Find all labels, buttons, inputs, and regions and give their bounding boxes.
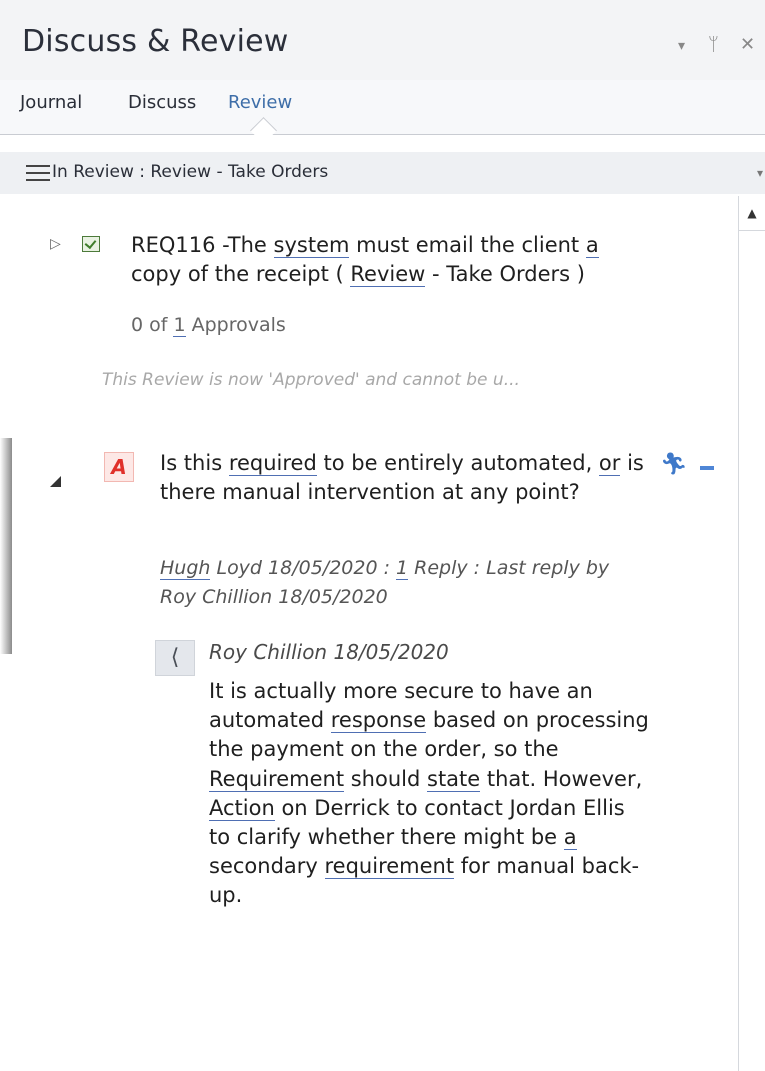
tab-review[interactable]: Review: [228, 92, 292, 113]
collapse-minus-icon[interactable]: [700, 466, 714, 470]
term-link[interactable]: system: [273, 233, 350, 258]
discussion-text: Is this required to be entirely automate…: [160, 449, 660, 507]
reply-count-link[interactable]: 1: [396, 557, 409, 580]
expand-triangle-icon[interactable]: ▷: [50, 236, 61, 252]
term-link[interactable]: or: [598, 451, 621, 476]
tab-journal[interactable]: Journal: [20, 92, 82, 113]
menu-icon[interactable]: [26, 165, 50, 181]
term-link[interactable]: state: [427, 766, 481, 792]
text-segment: REQ116 -The: [131, 233, 274, 257]
collapse-triangle-icon[interactable]: [50, 476, 61, 487]
term-link[interactable]: required: [228, 451, 317, 476]
text-segment: - Take Orders ): [425, 262, 585, 286]
vertical-scrollbar[interactable]: ▲: [738, 196, 765, 1071]
review-title[interactable]: In Review : Review - Take Orders: [52, 162, 328, 182]
reply-text: It is actually more secure to have an au…: [209, 677, 649, 911]
term-link[interactable]: requirement: [324, 854, 455, 880]
author-avatar: A: [104, 452, 134, 482]
text-segment: secondary: [209, 854, 325, 879]
text-segment: Loyd 18/05/2020 :: [210, 557, 397, 579]
text-segment: copy of the receipt (: [131, 262, 351, 286]
close-icon[interactable]: ✕: [740, 34, 755, 55]
discussion-meta: Hugh Loyd 18/05/2020 : 1 Reply : Last re…: [160, 554, 650, 612]
review-link[interactable]: Review: [350, 262, 426, 287]
text-segment: Approvals: [185, 314, 286, 336]
tab-discuss[interactable]: Discuss: [128, 92, 196, 113]
author-link[interactable]: Hugh: [160, 557, 211, 580]
requirement-text: REQ116 -The system must email the client…: [131, 231, 631, 289]
review-header: In Review : Review - Take Orders ▾: [0, 152, 765, 194]
text-segment: that. However,: [480, 766, 643, 791]
action-runner-icon[interactable]: 🏃︎: [660, 452, 688, 477]
reply-author-date: Roy Chillion 18/05/2020: [209, 640, 449, 664]
tab-bar: Journal Discuss Review: [0, 80, 765, 135]
chevron-down-icon[interactable]: ▾: [678, 38, 685, 54]
text-segment: 0 of: [131, 314, 174, 336]
approvals-link[interactable]: 1: [173, 314, 186, 337]
review-status-note: This Review is now 'Approved' and cannot…: [102, 370, 520, 390]
term-link[interactable]: a: [585, 233, 599, 258]
text-segment: to be entirely automated,: [316, 451, 599, 475]
term-link[interactable]: Action: [209, 795, 275, 821]
reply-icon: ⟨: [155, 640, 195, 676]
term-link[interactable]: response: [330, 708, 427, 734]
text-segment: should: [344, 766, 427, 791]
title-bar: Discuss & Review ▾ ᛘ ✕: [0, 0, 765, 80]
pin-icon[interactable]: ᛘ: [708, 34, 719, 55]
window-title: Discuss & Review: [22, 24, 289, 59]
requirement-check-icon: [82, 236, 100, 252]
approvals-count: 0 of 1 Approvals: [131, 314, 286, 337]
text-segment: must email the client: [349, 233, 586, 257]
term-link[interactable]: Requirement: [209, 766, 345, 792]
chevron-down-icon[interactable]: ▾: [757, 166, 763, 180]
term-link[interactable]: a: [563, 825, 577, 851]
scroll-up-icon[interactable]: ▲: [739, 196, 765, 231]
selection-indicator: [0, 438, 12, 654]
text-segment: Is this: [160, 451, 229, 475]
